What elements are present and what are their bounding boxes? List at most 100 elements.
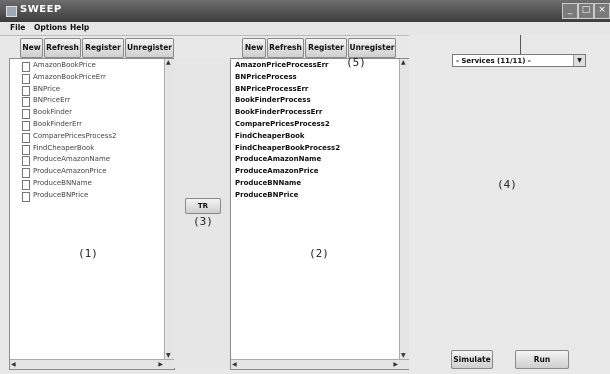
- list-item[interactable]: AmazonBookPriceErr: [10, 73, 164, 85]
- annotation-3: (3): [193, 215, 213, 228]
- list-item-label: ProduceAmazonName: [235, 155, 322, 164]
- close-icon[interactable]: ×: [594, 3, 610, 19]
- right-panel: [409, 35, 610, 374]
- list-item[interactable]: ProduceAmazonPrice: [231, 167, 399, 179]
- list-item[interactable]: BNPriceProcessErr: [231, 85, 399, 97]
- run-button[interactable]: Run: [515, 350, 569, 369]
- minimize-icon[interactable]: _: [562, 3, 578, 19]
- list-item[interactable]: ProduceAmazonName: [10, 155, 164, 167]
- left-new-button[interactable]: New: [20, 38, 43, 58]
- list-item-label: FindCheaperBook: [235, 131, 305, 140]
- list-item-label: FindCheaperBook: [33, 143, 95, 152]
- list-item[interactable]: BNPriceErr: [10, 96, 164, 108]
- menu-options[interactable]: Options: [34, 23, 67, 32]
- annotation-1: (1): [78, 247, 98, 260]
- scroll-right-icon[interactable]: ▶: [393, 361, 398, 368]
- list-item[interactable]: ProduceAmazonName: [231, 155, 399, 167]
- file-icon: [22, 109, 30, 120]
- list-item[interactable]: ProduceBNPrice: [10, 191, 164, 203]
- menu-bar: File Options Help: [0, 22, 610, 36]
- mid-vertical-scrollbar[interactable]: ▲ ▼: [399, 59, 409, 359]
- annotation-2: (2): [309, 247, 329, 260]
- left-register-button[interactable]: Register: [82, 38, 124, 58]
- list-item[interactable]: ProduceBNName: [10, 179, 164, 191]
- scroll-down-icon[interactable]: ▼: [401, 352, 406, 359]
- left-toolbar: New Refresh Register Unregister: [20, 38, 174, 58]
- list-item-label: ProduceBNName: [33, 178, 92, 187]
- window-title: SWEEP: [20, 4, 62, 15]
- file-icon: [22, 191, 30, 202]
- services-select[interactable]: - Services (11/11) - ▼: [452, 54, 586, 67]
- list-item-label: BookFinderProcess: [235, 96, 311, 105]
- scroll-down-icon[interactable]: ▼: [166, 352, 171, 359]
- list-item-label: AmazonBookPrice: [33, 61, 96, 69]
- mid-horizontal-scrollbar[interactable]: ◀ ▶: [231, 359, 409, 369]
- list-item[interactable]: FindCheaperBookProcess2: [231, 144, 399, 156]
- list-item[interactable]: BookFinderErr: [10, 120, 164, 132]
- list-item[interactable]: BNPriceProcess: [231, 73, 399, 85]
- list-item[interactable]: BNPrice: [10, 85, 164, 97]
- list-item-label: ComparePricesProcess2: [235, 119, 330, 128]
- list-item-label: ProduceAmazonPrice: [33, 167, 107, 176]
- file-icon: [22, 156, 30, 167]
- file-icon: [22, 85, 30, 96]
- left-service-list-pane: AmazonBookPrice AmazonBookPriceErr BNPrice…: [9, 58, 175, 370]
- list-item[interactable]: ProduceBNName: [231, 179, 399, 191]
- scroll-up-icon[interactable]: ▲: [401, 59, 406, 66]
- file-icon: [22, 97, 30, 108]
- list-item[interactable]: ComparePricesProcess2: [10, 132, 164, 144]
- file-icon: [22, 179, 30, 190]
- mid-toolbar: New Refresh Register Unregister: [242, 38, 396, 58]
- list-item[interactable]: BookFinderProcessErr: [231, 108, 399, 120]
- sweep-window: SWEEP _ □ × File Options Help New Refres…: [0, 0, 610, 374]
- simulate-button[interactable]: Simulate: [451, 350, 493, 369]
- list-item[interactable]: FindCheaperBook: [10, 144, 164, 156]
- scroll-left-icon[interactable]: ◀: [11, 361, 16, 368]
- menu-help[interactable]: Help: [70, 23, 89, 32]
- list-item-label: AmazonPriceProcessErr: [235, 61, 329, 69]
- mid-unregister-button[interactable]: Unregister: [348, 38, 396, 58]
- list-item[interactable]: BookFinder: [10, 108, 164, 120]
- left-vertical-scrollbar[interactable]: ▲ ▼: [164, 59, 174, 359]
- annotation-5: (5): [346, 56, 366, 69]
- transfer-button[interactable]: TR: [185, 198, 221, 214]
- list-item-label: BNPrice: [33, 84, 61, 93]
- registered-process-list: AmazonPriceProcessErr BNPriceProcess BNPri…: [231, 61, 399, 203]
- list-item[interactable]: AmazonPriceProcessErr: [231, 61, 399, 73]
- left-unregister-button[interactable]: Unregister: [125, 38, 174, 58]
- list-item-label: ProduceBNPrice: [33, 190, 89, 199]
- mid-new-button[interactable]: New: [242, 38, 266, 58]
- list-item-label: BookFinderProcessErr: [235, 108, 323, 117]
- list-item[interactable]: ProduceBNPrice: [231, 191, 399, 203]
- left-horizontal-scrollbar[interactable]: ◀ ▶: [10, 359, 174, 369]
- list-item[interactable]: BookFinderProcess: [231, 96, 399, 108]
- list-item-label: AmazonBookPriceErr: [33, 72, 106, 81]
- app-icon: [6, 6, 17, 17]
- registered-process-list-pane: AmazonPriceProcessErr BNPriceProcess BNPri…: [230, 58, 410, 370]
- list-item[interactable]: ProduceAmazonPrice: [10, 167, 164, 179]
- maximize-icon[interactable]: □: [578, 3, 594, 19]
- list-item[interactable]: ComparePricesProcess2: [231, 120, 399, 132]
- annotation-4: (4): [497, 178, 517, 191]
- list-item-label: ProduceAmazonPrice: [235, 167, 319, 176]
- list-item-label: BookFinder: [33, 108, 72, 117]
- left-refresh-button[interactable]: Refresh: [44, 38, 81, 58]
- list-item-label: ProduceBNName: [235, 178, 302, 187]
- scroll-up-icon[interactable]: ▲: [166, 59, 171, 66]
- list-item[interactable]: AmazonBookPrice: [10, 61, 164, 73]
- chevron-down-icon[interactable]: ▼: [573, 55, 585, 66]
- file-icon: [22, 168, 30, 179]
- connector-line: [520, 35, 521, 54]
- menu-file[interactable]: File: [10, 23, 25, 32]
- list-item-label: BNPriceProcess: [235, 72, 297, 81]
- file-icon: [22, 120, 30, 131]
- list-item-label: ComparePricesProcess2: [33, 131, 117, 140]
- scroll-right-icon[interactable]: ▶: [158, 361, 163, 368]
- mid-refresh-button[interactable]: Refresh: [267, 38, 304, 58]
- mid-register-button[interactable]: Register: [305, 38, 347, 58]
- file-icon: [22, 132, 30, 143]
- scroll-left-icon[interactable]: ◀: [232, 361, 237, 368]
- list-item-label: BNPriceErr: [33, 96, 71, 105]
- list-item[interactable]: FindCheaperBook: [231, 132, 399, 144]
- left-service-list: AmazonBookPrice AmazonBookPriceErr BNPrice…: [10, 61, 164, 203]
